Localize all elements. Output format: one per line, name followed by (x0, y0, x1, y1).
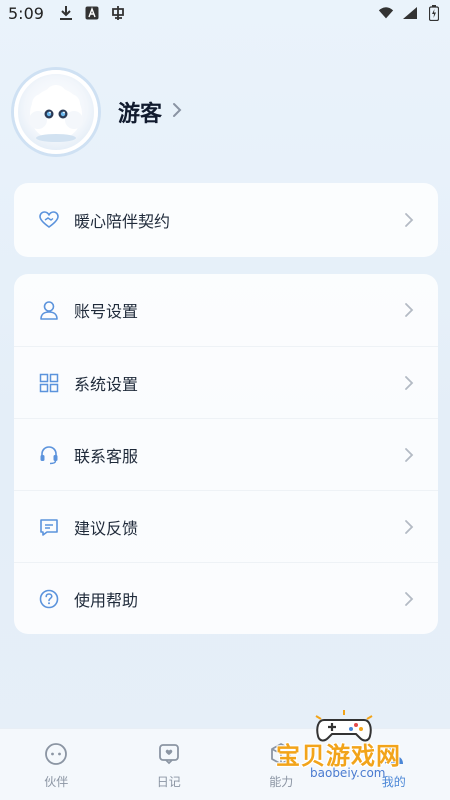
battery-icon (426, 5, 442, 21)
wifi-icon (378, 5, 394, 21)
tab-label: 伙伴 (44, 775, 69, 789)
app-logo-icon (110, 5, 126, 21)
chevron-right-icon (404, 375, 414, 391)
diary-icon (156, 741, 182, 767)
menu-item-label: 账号设置 (74, 302, 139, 321)
tab-label: 日记 (156, 775, 181, 789)
settings-menu: 账号设置 系统设置 联系客服 建议反馈 使用帮助 (14, 274, 438, 634)
help-icon (38, 588, 60, 610)
contract-card[interactable]: 暖心陪伴契约 (14, 183, 438, 257)
signal-icon (402, 5, 418, 21)
tab-partner[interactable]: 伙伴 (0, 741, 113, 790)
chevron-right-icon (404, 302, 414, 318)
user-icon (38, 299, 60, 321)
app-a-icon (84, 5, 100, 21)
profile-header[interactable]: 游客 (14, 70, 182, 154)
profile-name[interactable]: 游客 (118, 96, 162, 128)
menu-item-account-settings[interactable]: 账号设置 (14, 274, 438, 346)
chat-bubble-icon (43, 741, 69, 767)
download-icon (58, 5, 74, 21)
heart-contract-icon (38, 209, 60, 231)
menu-item-label: 建议反馈 (74, 518, 139, 538)
grid-icon (38, 372, 60, 394)
menu-item-system-settings[interactable]: 系统设置 (14, 346, 438, 418)
menu-item-label: 系统设置 (74, 374, 139, 394)
chevron-right-icon (404, 591, 414, 607)
menu-item-label: 使用帮助 (74, 590, 139, 610)
status-time: 5:09 (8, 3, 44, 23)
message-icon (38, 516, 60, 538)
avatar[interactable] (14, 70, 98, 154)
menu-item-label: 联系客服 (74, 446, 139, 466)
watermark-url: baobeiy.com (310, 766, 386, 780)
contract-label: 暖心陪伴契约 (74, 212, 171, 231)
headset-icon (38, 444, 60, 466)
status-bar: 5:09 (0, 0, 450, 26)
menu-item-contact-support[interactable]: 联系客服 (14, 418, 438, 490)
chevron-right-icon (404, 519, 414, 535)
fluffy-mascot-icon (29, 85, 83, 142)
chevron-right-icon (404, 447, 414, 463)
menu-item-feedback[interactable]: 建议反馈 (14, 490, 438, 562)
chevron-right-icon[interactable] (172, 102, 182, 123)
status-system-icons (378, 5, 442, 21)
site-watermark: 宝贝游戏网 baobeiy.com (270, 710, 430, 790)
status-notification-icons (58, 5, 126, 21)
chevron-right-icon (404, 212, 414, 228)
menu-item-help[interactable]: 使用帮助 (14, 562, 438, 634)
tab-diary[interactable]: 日记 (113, 741, 226, 790)
contract-row[interactable]: 暖心陪伴契约 (14, 183, 438, 257)
